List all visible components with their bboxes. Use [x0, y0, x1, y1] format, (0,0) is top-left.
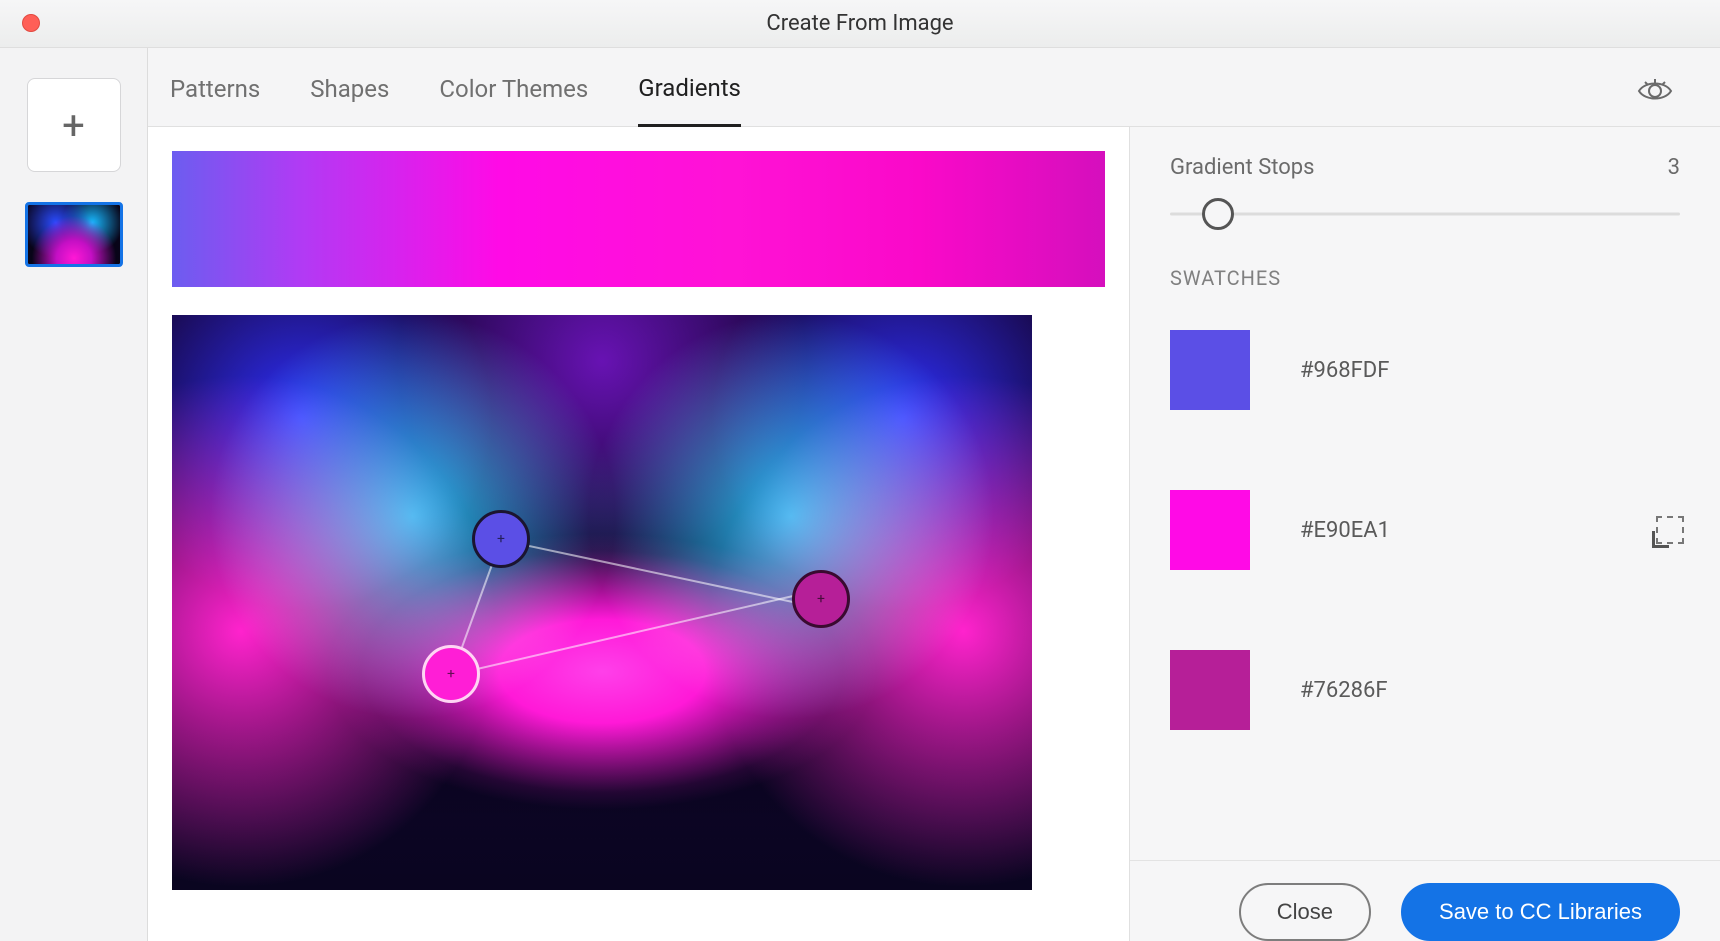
- slider-track: [1170, 213, 1680, 216]
- color-picker-handle-3[interactable]: [422, 645, 480, 703]
- gradient-properties-panel: Gradient Stops 3 SWATCHES #968FDF #E90EA: [1130, 127, 1720, 941]
- swatch-row: #76286F: [1130, 610, 1720, 770]
- plus-icon: +: [62, 102, 85, 149]
- tab-color-themes[interactable]: Color Themes: [439, 75, 588, 125]
- picker-connector-line: [501, 539, 803, 605]
- slider-thumb[interactable]: [1202, 198, 1234, 230]
- crop-icon[interactable]: [1656, 516, 1684, 544]
- picker-connector-line: [451, 591, 812, 676]
- gradient-stops-slider[interactable]: [1170, 202, 1680, 226]
- gradient-preview-strip: [172, 151, 1105, 287]
- panel-footer: Close Save to CC Libraries: [1130, 860, 1720, 941]
- swatch-hex-3: #76286F: [1300, 678, 1388, 703]
- tab-shapes[interactable]: Shapes: [310, 75, 389, 125]
- source-image[interactable]: [172, 315, 1032, 890]
- window-titlebar: Create From Image: [0, 0, 1720, 48]
- swatch-chip-3[interactable]: [1170, 650, 1250, 730]
- swatch-hex-1: #968FDF: [1300, 358, 1389, 383]
- sensei-eye-icon[interactable]: [1634, 70, 1676, 112]
- color-picker-handle-2[interactable]: [792, 570, 850, 628]
- swatch-chip-1[interactable]: [1170, 330, 1250, 410]
- swatch-row: #968FDF: [1130, 290, 1720, 450]
- gradient-stops-label: Gradient Stops: [1170, 155, 1315, 180]
- color-picker-handle-1[interactable]: [472, 510, 530, 568]
- swatches-heading: SWATCHES: [1130, 236, 1720, 290]
- tab-patterns[interactable]: Patterns: [170, 75, 260, 125]
- swatch-row: #E90EA1: [1130, 450, 1720, 610]
- tab-bar: Patterns Shapes Color Themes Gradients: [148, 48, 1720, 127]
- sidebar: +: [0, 48, 148, 941]
- window-title: Create From Image: [766, 11, 953, 36]
- save-to-cc-libraries-button[interactable]: Save to CC Libraries: [1401, 883, 1680, 941]
- swatch-chip-2[interactable]: [1170, 490, 1250, 570]
- close-button[interactable]: Close: [1239, 883, 1371, 941]
- main-canvas-area: [148, 127, 1130, 941]
- tab-gradients[interactable]: Gradients: [638, 74, 741, 127]
- close-window-icon[interactable]: [22, 14, 40, 32]
- window-traffic-lights: [22, 14, 40, 32]
- image-thumbnail-selected[interactable]: [25, 202, 123, 267]
- swatch-hex-2: #E90EA1: [1300, 518, 1390, 543]
- thumbnail-preview: [28, 205, 120, 264]
- gradient-stops-value: 3: [1668, 155, 1680, 180]
- add-image-button[interactable]: +: [27, 78, 121, 172]
